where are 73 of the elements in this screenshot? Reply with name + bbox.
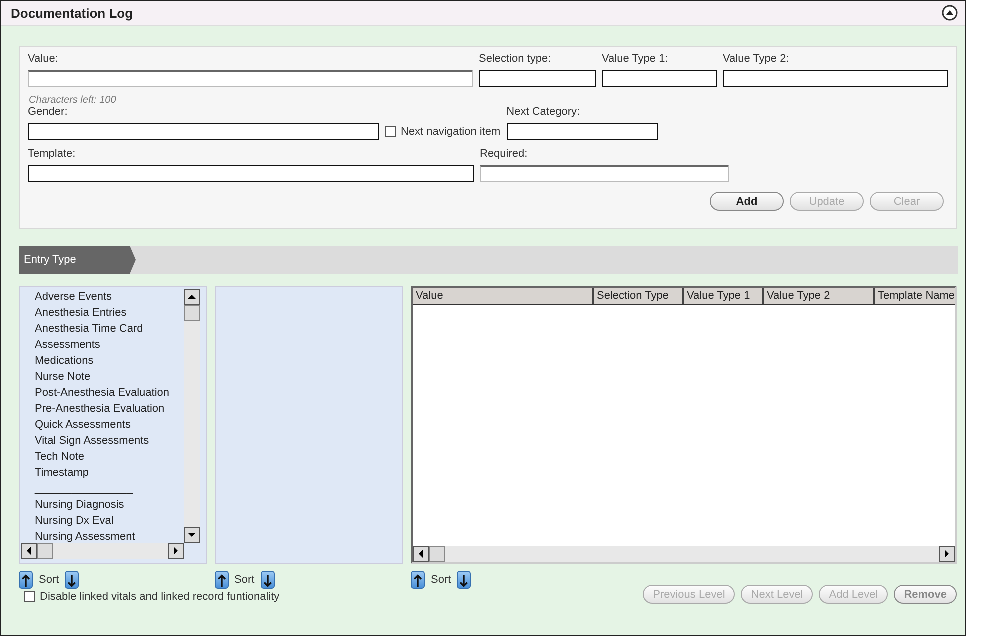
window-title: Documentation Log xyxy=(11,6,134,20)
list-item[interactable]: Nursing Diagnosis xyxy=(35,497,124,513)
scroll-button[interactable] xyxy=(21,543,37,559)
scroll-right-icon[interactable] xyxy=(944,550,950,558)
list-item[interactable]: Nurse Note xyxy=(35,369,91,385)
field-label: Value: xyxy=(28,53,60,65)
checkbox-label: Next navigation item xyxy=(401,126,501,138)
field-label: Value Type 1: xyxy=(602,53,670,65)
list-item[interactable]: Quick Assessments xyxy=(35,417,131,433)
field-label: Next Category: xyxy=(506,106,582,118)
field-label: Required: xyxy=(480,148,529,160)
list-item[interactable]: Vital Sign Assessments xyxy=(35,433,150,449)
sort-label: Sort xyxy=(431,574,452,586)
column-header[interactable]: Selection Type xyxy=(594,288,684,304)
scroll-button[interactable] xyxy=(184,289,200,305)
scroll-left-icon[interactable] xyxy=(418,550,424,558)
scroll-thumb[interactable] xyxy=(184,305,200,321)
scroll-right-icon[interactable] xyxy=(172,547,178,555)
characters-left-hint: Characters left: 100 xyxy=(29,95,118,106)
sort-up-icon[interactable] xyxy=(411,570,425,588)
input-field[interactable] xyxy=(28,165,474,182)
sort-down-icon[interactable] xyxy=(65,570,80,588)
sort-up-icon[interactable] xyxy=(19,570,33,588)
list-item[interactable]: Nursing Dx Eval xyxy=(35,513,114,529)
sort-down-icon[interactable] xyxy=(457,570,472,588)
field-label: Template: xyxy=(28,148,77,160)
scroll-button[interactable] xyxy=(413,546,429,562)
field-label: Gender: xyxy=(28,106,69,118)
checkbox[interactable] xyxy=(24,591,35,602)
list-item[interactable]: ________________ xyxy=(35,481,133,497)
list-item[interactable]: Tech Note xyxy=(35,449,85,465)
sort-up-icon[interactable] xyxy=(214,570,228,588)
column-header[interactable]: Value xyxy=(413,288,594,304)
field-label: Selection type: xyxy=(479,53,552,65)
scroll-button[interactable] xyxy=(184,527,200,543)
column-header[interactable]: Value Type 1 xyxy=(684,288,764,304)
list-item[interactable]: Timestamp xyxy=(35,465,89,481)
checkbox[interactable] xyxy=(385,126,396,137)
field-label: Value Type 2: xyxy=(723,53,790,65)
list-item[interactable]: Assessments xyxy=(35,337,100,353)
checkbox-label: Disable linked vitals and linked record funtionality xyxy=(40,590,280,602)
scroll-thumb[interactable] xyxy=(429,546,445,562)
list-item[interactable]: Anesthesia Entries xyxy=(35,305,127,321)
sort-down-icon[interactable] xyxy=(260,570,275,588)
input-field[interactable] xyxy=(723,70,948,87)
collapse-icon[interactable] xyxy=(942,5,958,21)
list-item[interactable]: Pre-Anesthesia Evaluation xyxy=(35,401,165,417)
scroll-thumb[interactable] xyxy=(37,543,53,559)
scroll-button[interactable] xyxy=(168,543,184,559)
scroll-down-icon[interactable] xyxy=(188,532,196,538)
column-header[interactable]: Template Name xyxy=(875,288,956,304)
form-button[interactable]: Add xyxy=(710,192,784,211)
horizontal-scrollbar[interactable] xyxy=(413,546,955,562)
column-header[interactable]: Value Type 2 xyxy=(764,288,875,304)
list-item[interactable]: Anesthesia Time Card xyxy=(35,321,144,337)
sort-label: Sort xyxy=(234,574,255,586)
horizontal-scrollbar[interactable] xyxy=(21,543,184,559)
list-item[interactable]: Nursing Assessment xyxy=(35,529,136,545)
scroll-button[interactable] xyxy=(939,546,955,562)
list-item[interactable]: Medications xyxy=(35,353,94,369)
input-field[interactable] xyxy=(480,165,729,182)
list-item[interactable]: Post-Anesthesia Evaluation xyxy=(35,385,170,401)
input-field[interactable] xyxy=(28,123,379,140)
scroll-up-icon[interactable] xyxy=(188,294,196,300)
scroll-left-icon[interactable] xyxy=(26,547,32,555)
input-field[interactable] xyxy=(506,123,658,140)
input-field[interactable] xyxy=(479,70,596,87)
vertical-scrollbar[interactable] xyxy=(184,289,200,543)
breadcrumb-tab[interactable]: Entry Type xyxy=(19,246,136,274)
list-item[interactable]: Adverse Events xyxy=(35,289,112,305)
input-field[interactable] xyxy=(28,70,473,87)
input-field[interactable] xyxy=(602,70,717,87)
sort-label: Sort xyxy=(39,574,60,586)
